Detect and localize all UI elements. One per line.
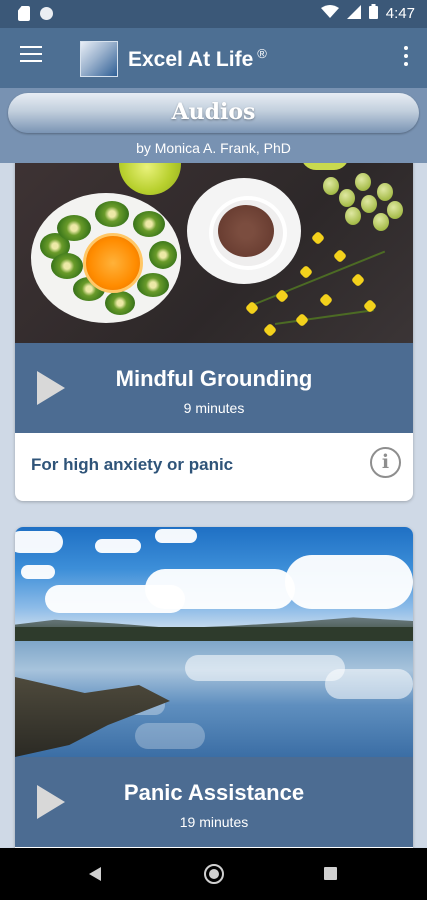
- more-options-icon[interactable]: [403, 46, 409, 68]
- audio-description: For high anxiety or panic: [31, 455, 234, 474]
- audio-list[interactable]: Mindful Grounding 9 minutes For high anx…: [0, 163, 427, 848]
- audio-description-row: For high anxiety or panic i: [15, 433, 413, 501]
- audio-thumbnail-lake: [15, 527, 413, 757]
- audio-thumbnail-fruit-coffee: [15, 163, 413, 343]
- audio-card-panic-assistance: Panic Assistance 19 minutes: [15, 527, 413, 848]
- app-logo: [80, 41, 118, 77]
- system-nav-bar: [0, 848, 427, 900]
- app-bar: Excel At Life ®: [0, 28, 427, 88]
- audio-player-bar: Mindful Grounding 9 minutes: [15, 343, 413, 433]
- cell-signal-icon: [346, 4, 361, 23]
- menu-icon[interactable]: [20, 46, 42, 68]
- clock: 4:47: [385, 5, 415, 22]
- home-icon[interactable]: [204, 864, 224, 884]
- status-bar: 4:47: [0, 0, 427, 28]
- audio-player-bar: Panic Assistance 19 minutes: [15, 757, 413, 847]
- wifi-icon: [320, 4, 339, 23]
- page-title: Audios: [171, 99, 256, 125]
- info-icon[interactable]: i: [370, 447, 401, 478]
- audio-title: Mindful Grounding: [115, 366, 313, 391]
- audio-duration: 19 minutes: [179, 814, 249, 830]
- audio-title: Panic Assistance: [123, 780, 305, 805]
- audio-duration: 9 minutes: [183, 400, 245, 416]
- page-header: Audios by Monica A. Frank, PhD: [0, 88, 427, 163]
- audio-card-mindful-grounding: Mindful Grounding 9 minutes For high anx…: [15, 163, 413, 501]
- app-title: Excel At Life ®: [128, 46, 267, 72]
- notification-icon: [40, 7, 53, 20]
- sd-card-icon: [18, 6, 30, 21]
- app-title-text: Excel At Life: [128, 48, 254, 71]
- back-icon[interactable]: [89, 867, 101, 881]
- author-byline: by Monica A. Frank, PhD: [136, 140, 291, 156]
- battery-icon: [368, 4, 378, 23]
- recent-apps-icon[interactable]: [324, 867, 337, 880]
- page-title-pill: Audios: [8, 93, 419, 133]
- registered-mark: ®: [257, 46, 267, 61]
